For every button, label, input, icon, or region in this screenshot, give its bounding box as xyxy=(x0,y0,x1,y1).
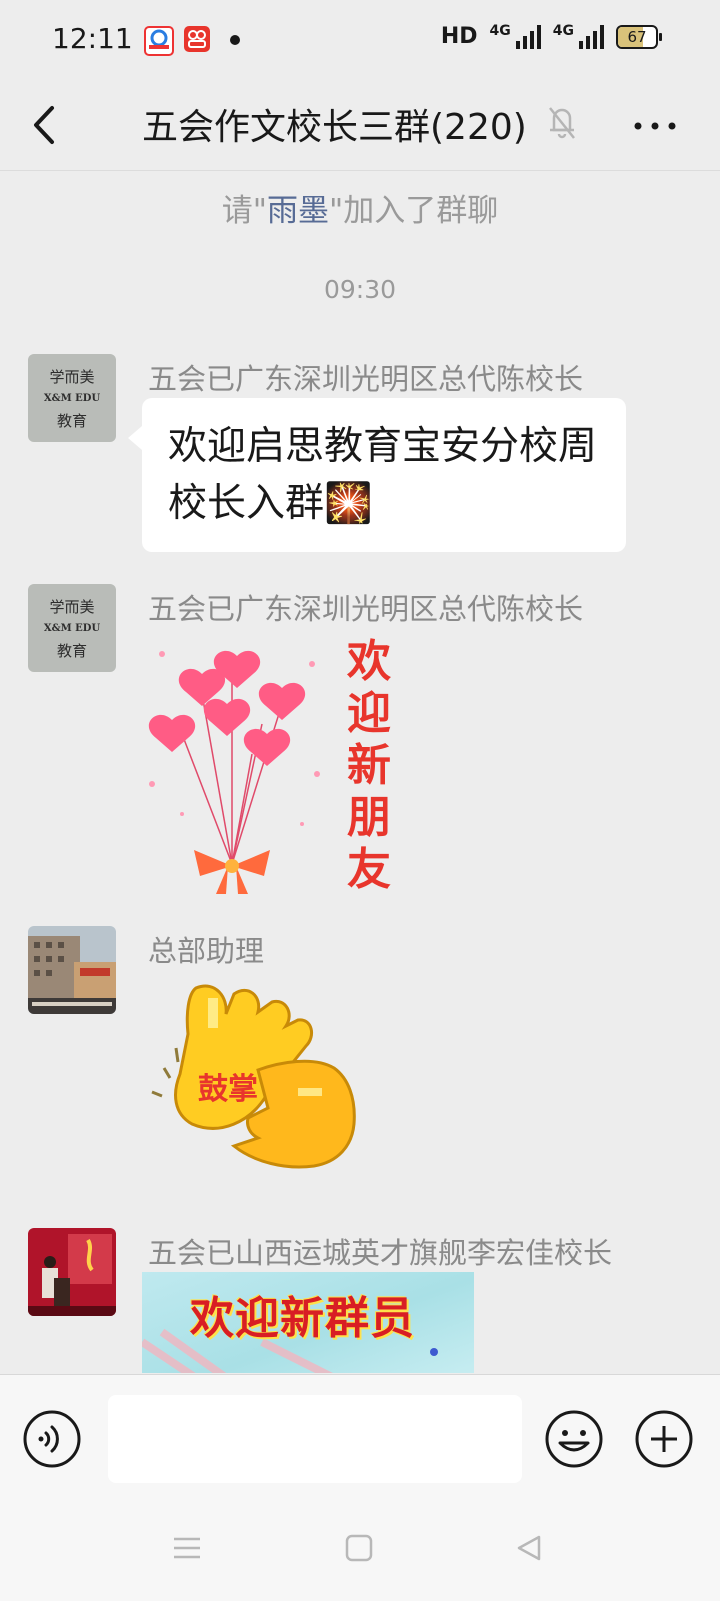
sticker-char: 迎 xyxy=(347,688,391,739)
chat-title: 五会作文校长三群(220) xyxy=(142,107,527,148)
status-right: HD 4G 4G 67 xyxy=(440,22,662,49)
sticker-char: 新 xyxy=(347,740,391,791)
sender-name: 五会已广东深圳光明区总代陈校长 xyxy=(148,362,584,396)
avatar[interactable] xyxy=(28,1228,116,1316)
sender-name: 五会已山西运城英才旗舰李宏佳校长 xyxy=(148,1236,613,1270)
message-text-input[interactable] xyxy=(108,1395,522,1483)
clapping-hands-icon xyxy=(151,984,356,1169)
avatar-text-line: 教育 xyxy=(56,641,87,660)
avatar[interactable]: 学而美 X&M EDU 教育 xyxy=(28,354,116,442)
message-timestamp: 09:30 xyxy=(323,275,397,304)
plus-icon[interactable] xyxy=(634,1409,694,1469)
sticker-caption: 鼓掌 xyxy=(198,1072,258,1107)
avatar-text-line: 学而美 xyxy=(49,597,95,616)
avatar-text-line: 学而美 xyxy=(49,367,95,386)
balloon-welcome-sticker[interactable]: 欢 迎 新 朋 友 xyxy=(142,634,412,896)
hd-label: HD xyxy=(440,24,478,49)
network-label-1: 4G xyxy=(489,22,511,39)
sticker-caption: 欢迎新群员 xyxy=(190,1293,415,1344)
avatar-text-line: X&M EDU xyxy=(43,392,101,404)
message-item: 学而美 X&M EDU 教育 五会已广东深圳光明区总代陈校长 欢 迎 新 朋 友 xyxy=(28,584,688,896)
menu-icon[interactable] xyxy=(172,1535,202,1561)
avatar[interactable]: 学而美 X&M EDU 教育 xyxy=(28,584,116,672)
message-item: 学而美 X&M EDU 教育 五会已广东深圳光明区总代陈校长 欢迎启思教育宝安分… xyxy=(28,354,688,564)
signal-icon xyxy=(515,24,541,49)
welcome-members-sticker[interactable]: 欢迎新群员 xyxy=(142,1272,474,1373)
message-input-bar xyxy=(0,1374,720,1601)
app-notification-icon xyxy=(144,26,174,56)
chat-header: 五会作文校长三群(220) xyxy=(0,80,720,171)
cut-off-previous-message xyxy=(120,171,640,173)
text-message-bubble[interactable]: 欢迎启思教育宝安分校周校长入群🎇 xyxy=(128,398,626,552)
clapping-sticker[interactable]: 鼓掌 xyxy=(148,978,378,1188)
heart-balloons-icon xyxy=(148,650,320,894)
system-nav-bar xyxy=(0,1505,720,1601)
status-bar: 12:11 HD 4G 4G 67 xyxy=(0,0,720,80)
back-arrow-icon[interactable] xyxy=(26,98,66,152)
message-item: 总部助理 鼓掌 xyxy=(28,926,688,1196)
sticker-char: 友 xyxy=(347,844,391,895)
sticker-vertical-text: 欢 迎 新 朋 友 xyxy=(338,636,400,896)
stage-photo-icon xyxy=(28,1228,116,1316)
status-time: 12:11 xyxy=(52,22,133,55)
battery-level: 67 xyxy=(627,27,647,46)
system-join-message: 请"雨墨"加入了群聊 xyxy=(0,185,720,230)
sticker-char: 欢 xyxy=(347,636,391,687)
sticker-char: 朋 xyxy=(347,792,391,843)
chat-area[interactable]: 请"雨墨"加入了群聊 09:30 学而美 X&M EDU 教育 五会已广东深圳光… xyxy=(0,171,720,1373)
battery-icon: 67 xyxy=(616,24,662,49)
home-icon[interactable] xyxy=(344,1533,374,1563)
avatar[interactable] xyxy=(28,926,116,1014)
system-message-suffix: "加入了群聊 xyxy=(329,193,499,229)
nav-back-icon[interactable] xyxy=(514,1533,544,1563)
joined-user-link[interactable]: 雨墨 xyxy=(267,193,329,229)
signal-icon-2 xyxy=(579,24,604,49)
system-message-prefix: 请" xyxy=(221,193,267,229)
sender-name: 五会已广东深圳光明区总代陈校长 xyxy=(148,592,584,626)
mute-bell-icon xyxy=(549,107,575,139)
voice-input-icon[interactable] xyxy=(22,1409,82,1469)
video-app-notification-icon xyxy=(184,26,210,52)
more-options-icon[interactable] xyxy=(630,106,680,146)
building-photo-icon xyxy=(28,926,116,1014)
emoji-icon[interactable] xyxy=(544,1409,604,1469)
notification-dot-icon xyxy=(230,35,240,45)
avatar-text-line: X&M EDU xyxy=(43,622,101,634)
network-label-2: 4G xyxy=(552,22,574,39)
sender-name: 总部助理 xyxy=(148,934,265,968)
avatar-text-line: 教育 xyxy=(56,411,87,430)
message-item: 五会已山西运城英才旗舰李宏佳校长 欢迎新群员 xyxy=(28,1228,688,1373)
